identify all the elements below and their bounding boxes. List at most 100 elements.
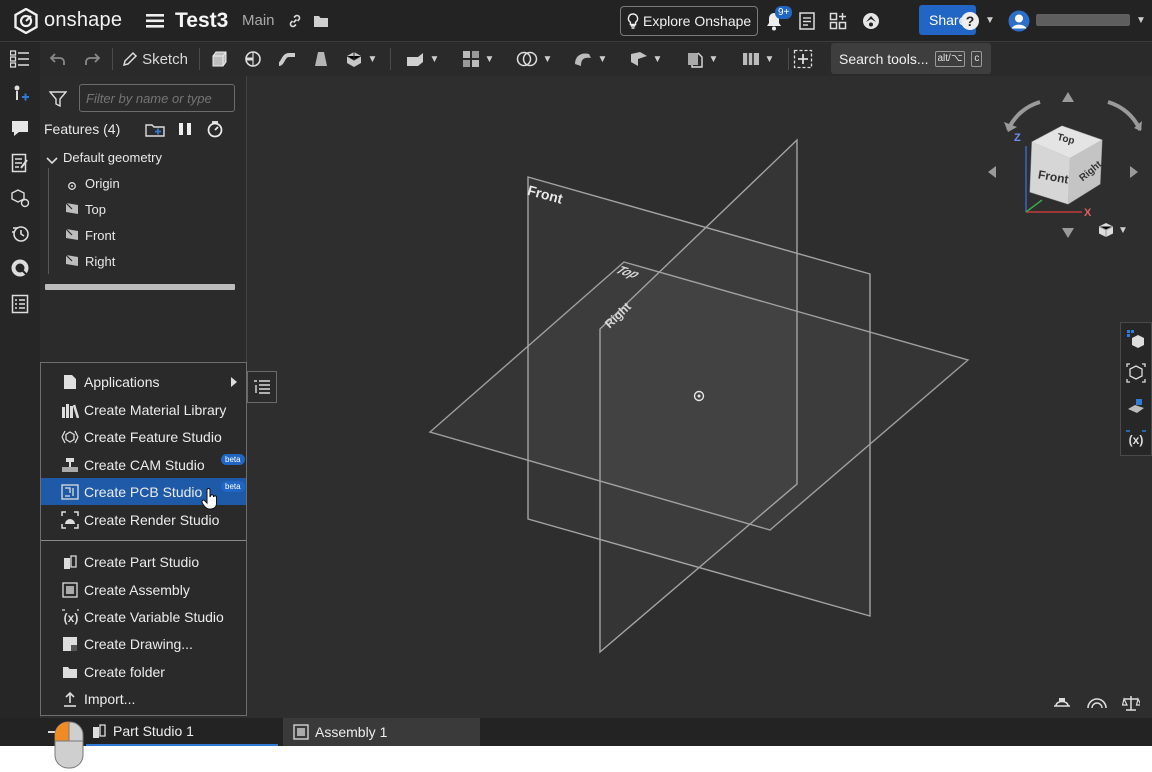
release-notes-icon[interactable] bbox=[798, 0, 816, 41]
add-custom-feature-icon[interactable] bbox=[792, 46, 814, 72]
filter-icon[interactable] bbox=[48, 91, 68, 110]
frame-dropdown[interactable]: ▼ bbox=[736, 46, 780, 72]
insert-part-icon[interactable] bbox=[8, 82, 32, 106]
redo-icon[interactable] bbox=[82, 46, 102, 72]
explore-label: Explore Onshape bbox=[643, 13, 752, 29]
help-button[interactable]: ? ▼ bbox=[960, 0, 995, 41]
app-store-icon[interactable] bbox=[829, 0, 847, 41]
variables-panel-icon[interactable]: (x) bbox=[1125, 428, 1147, 450]
menu-item-create-cam-studio[interactable]: Create CAM Studio beta bbox=[41, 451, 246, 478]
search-tools-label: Search tools... bbox=[839, 50, 929, 67]
balance-scale-icon[interactable] bbox=[1121, 694, 1142, 715]
branch-name[interactable]: Main bbox=[242, 0, 275, 41]
menu-item-import[interactable]: Import... bbox=[41, 685, 246, 712]
view-cube[interactable]: Top Front Right Z X ▼ bbox=[984, 88, 1152, 258]
thicken-dropdown[interactable]: ▼ bbox=[342, 46, 380, 72]
shortcut-key: c bbox=[971, 50, 983, 67]
folder-icon[interactable] bbox=[313, 0, 329, 41]
configuration-panel-icon[interactable] bbox=[1125, 362, 1147, 384]
menu-item-create-drawing[interactable]: Create Drawing... bbox=[41, 630, 246, 657]
search-tools-input[interactable]: Search tools... alt/⌥ c bbox=[831, 43, 991, 74]
menu-item-create-assembly[interactable]: Create Assembly bbox=[41, 576, 246, 603]
svg-text:?: ? bbox=[966, 13, 975, 29]
user-avatar-icon[interactable] bbox=[1008, 0, 1030, 41]
pause-icon[interactable] bbox=[178, 122, 192, 139]
release-manager-icon[interactable] bbox=[8, 151, 32, 175]
chevron-down-icon: ▼ bbox=[484, 53, 495, 65]
named-views-icon[interactable] bbox=[1125, 395, 1147, 417]
lightbulb-icon bbox=[627, 13, 639, 29]
sweep-icon[interactable] bbox=[276, 46, 298, 72]
measure-icon[interactable] bbox=[1086, 694, 1108, 713]
features-header: Features (4) bbox=[44, 121, 121, 137]
parts-configuration-icon[interactable] bbox=[8, 186, 32, 210]
user-name-redacted[interactable] bbox=[1036, 14, 1130, 26]
tab-assembly-1[interactable]: Assembly 1 bbox=[283, 718, 480, 746]
loft-icon[interactable] bbox=[310, 46, 332, 72]
view-options-dropdown[interactable]: ▼ bbox=[1098, 222, 1128, 238]
feature-toolbar: Sketch ▼ ▼ ▼ ▼ ▼ ▼ ▼ ▼ Search tools... a… bbox=[40, 42, 1152, 76]
import-icon bbox=[61, 690, 79, 707]
feature-item-front[interactable]: Front bbox=[85, 228, 115, 243]
fillet-dropdown[interactable]: ▼ bbox=[400, 46, 444, 72]
bill-of-materials-icon[interactable] bbox=[8, 292, 32, 316]
sketch-label: Sketch bbox=[142, 50, 188, 68]
menu-item-create-folder[interactable]: Create folder bbox=[41, 658, 246, 685]
onshape-logo-icon[interactable] bbox=[12, 0, 40, 41]
pattern-dropdown[interactable]: ▼ bbox=[456, 46, 500, 72]
part-studio-icon bbox=[61, 553, 79, 570]
3d-viewport[interactable]: Front Top Right Top Front Right Z X ▼ bbox=[246, 76, 1152, 718]
feature-filter-input[interactable] bbox=[79, 84, 235, 112]
mass-properties-icon[interactable] bbox=[1052, 694, 1072, 713]
extrude-icon[interactable] bbox=[208, 46, 230, 72]
folder-icon bbox=[61, 663, 79, 680]
link-icon[interactable] bbox=[287, 0, 303, 41]
analysis-tools-icon[interactable] bbox=[8, 256, 32, 280]
sheet-metal-dropdown[interactable]: ▼ bbox=[680, 46, 724, 72]
tab-label: Assembly 1 bbox=[315, 724, 388, 740]
feature-item-origin[interactable]: Origin bbox=[85, 176, 120, 191]
beta-badge: beta bbox=[221, 481, 245, 492]
user-menu-chevron-icon[interactable]: ▼ bbox=[1136, 0, 1146, 41]
brand-name[interactable]: onshape bbox=[44, 0, 122, 41]
surface-dropdown[interactable]: ▼ bbox=[568, 46, 612, 72]
chevron-down-icon: ▼ bbox=[764, 53, 775, 65]
menu-item-create-variable-studio[interactable]: (x) Create Variable Studio bbox=[41, 603, 246, 630]
feature-list-icon[interactable] bbox=[8, 47, 32, 71]
rollback-bar[interactable] bbox=[45, 284, 235, 290]
tab-label: Part Studio 1 bbox=[113, 723, 194, 739]
boolean-dropdown[interactable]: ▼ bbox=[512, 46, 556, 72]
feature-item-top[interactable]: Top bbox=[85, 202, 106, 217]
explore-onshape-button[interactable]: Explore Onshape bbox=[620, 6, 759, 36]
menu-item-create-material-library[interactable]: Create Material Library bbox=[41, 396, 246, 423]
sketch-button[interactable]: Sketch bbox=[120, 46, 190, 72]
document-icon bbox=[61, 373, 79, 390]
chevron-down-icon[interactable] bbox=[46, 153, 58, 169]
left-icon-rail bbox=[0, 42, 41, 746]
menu-icon[interactable] bbox=[146, 0, 164, 41]
feature-studio-icon bbox=[61, 428, 79, 445]
menu-item-create-part-studio[interactable]: Create Part Studio bbox=[41, 548, 246, 575]
feature-item-right[interactable]: Right bbox=[85, 254, 115, 269]
learning-center-icon[interactable] bbox=[861, 0, 881, 41]
mouse-button-overlay-icon bbox=[54, 721, 84, 772]
plane-icon bbox=[65, 202, 79, 218]
document-tab-bar: Part Studio 1 Assembly 1 bbox=[0, 718, 1152, 746]
menu-divider bbox=[41, 540, 246, 541]
revolve-icon[interactable] bbox=[242, 46, 264, 72]
svg-text:(x): (x) bbox=[64, 611, 79, 625]
chevron-down-icon: ▼ bbox=[652, 53, 663, 65]
appearance-panel-icon[interactable] bbox=[1125, 328, 1147, 350]
plane-dropdown[interactable]: ▼ bbox=[624, 46, 668, 72]
add-folder-icon[interactable] bbox=[144, 121, 166, 140]
document-title[interactable]: Test3 bbox=[175, 0, 228, 41]
version-history-icon[interactable] bbox=[8, 221, 32, 245]
tab-part-studio-1[interactable]: Part Studio 1 bbox=[86, 718, 278, 746]
render-studio-icon bbox=[61, 510, 79, 529]
rollback-timer-icon[interactable] bbox=[206, 120, 224, 141]
menu-item-create-feature-studio[interactable]: Create Feature Studio bbox=[41, 423, 246, 450]
default-geometry-group[interactable]: Default geometry bbox=[63, 150, 162, 165]
menu-item-applications[interactable]: Applications bbox=[41, 368, 246, 395]
comments-icon[interactable] bbox=[8, 116, 32, 140]
undo-icon[interactable] bbox=[48, 46, 68, 72]
